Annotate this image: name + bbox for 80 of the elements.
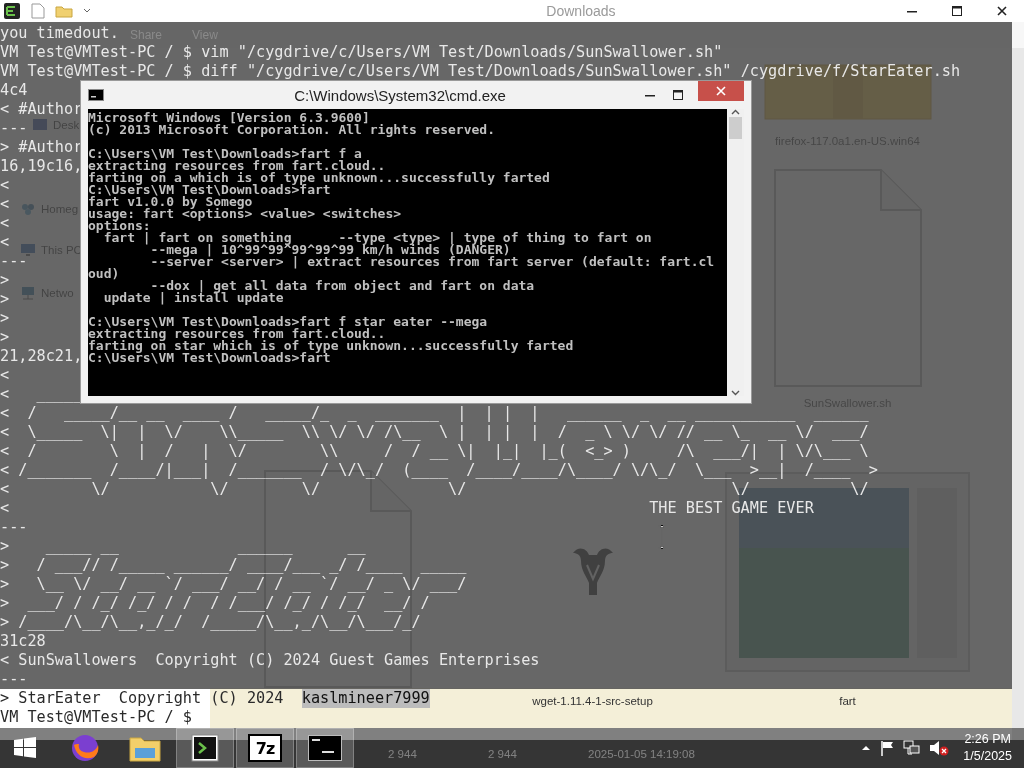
console-line: fart | fart on something --type <type> | type of thing to fart on xyxy=(103,230,652,245)
window-title: Downloads xyxy=(545,3,617,19)
terminal-line: < xyxy=(0,499,10,517)
folder-icon xyxy=(55,4,73,18)
terminal-line: > _____ __ ______ __ xyxy=(0,537,366,555)
fox-globe-icon xyxy=(70,733,100,763)
terminal-line: < \/ \/ \/ \/ \/ \/ xyxy=(0,480,869,498)
flag-icon xyxy=(879,740,896,756)
close-button[interactable] xyxy=(698,81,744,101)
network-icon xyxy=(903,740,922,756)
terminal-line: 31c28 xyxy=(0,632,46,650)
terminal-line: 4c4 xyxy=(0,81,28,99)
detail-text: 2 944 xyxy=(488,747,518,761)
terminal-line: < / _____/__ __ ____ / _____/_ _ _______ | | | | ______ _ __ ___________ ______ xyxy=(0,404,869,422)
terminal-line: > ___/ / /_/ /_/ / / / /___/ /_/ / /_/ __/ / xyxy=(0,594,430,612)
terminal-line: < xyxy=(0,214,10,232)
terminal-line: > xyxy=(0,328,10,346)
terminal-line: --- xyxy=(0,518,28,536)
terminal-line: < SunSwallowers Copyright (C) 2024 Guest Games Enterprises xyxy=(0,651,540,669)
maximize-icon xyxy=(673,90,683,100)
terminal-line: > StarEater Copyright (C) 2024 xyxy=(0,689,284,708)
terminal-line: < #Author xyxy=(0,100,83,118)
terminal-line: > xyxy=(0,271,10,289)
terminal-line: 21,28c21, xyxy=(0,347,83,365)
terminal-line: VM Test@VMTest-PC / $ diff "/cygdrive/c/Users/VM Test/Downloads/SunSwallower.sh" /cygdrive/f/StarEater.sh xyxy=(0,62,961,80)
file-label[interactable]: fart xyxy=(839,694,856,708)
terminal-line: < xyxy=(0,195,10,213)
close-icon xyxy=(716,86,726,96)
scrollbar[interactable] xyxy=(1012,48,1024,740)
terminal-line: 16,19c16, xyxy=(0,157,83,175)
terminal-line: --- xyxy=(0,670,28,688)
terminal-line: VM Test@VMTest-PC / $ xyxy=(0,708,193,726)
terminal-line: VM Test@VMTest-PC / $ vim "/cygdrive/c/Users/VM Test/Downloads/SunSwallower.sh" xyxy=(0,43,723,61)
console-icon xyxy=(88,89,104,101)
windows-logo-icon xyxy=(13,736,37,760)
selected-text: kaslmineer7999 xyxy=(301,689,430,708)
tray-button[interactable] xyxy=(861,745,872,751)
taskbar-app[interactable] xyxy=(176,728,234,768)
terminal-text: THE BEST GAME EVER xyxy=(649,499,814,518)
taskbar-app[interactable]: 7z xyxy=(236,728,294,768)
folder-icon xyxy=(129,734,161,762)
window-title: C:\Windows\System32\cmd.exe xyxy=(293,86,507,104)
file-label[interactable]: wget-1.11.4-1-src-setup xyxy=(532,694,653,708)
terminal-line: < xyxy=(0,366,10,384)
terminal-line: you timedout. xyxy=(0,24,119,42)
detail-text: 2025-01-05 14:19:08 xyxy=(588,747,695,761)
volume-button[interactable] xyxy=(929,740,950,756)
terminal-line: > xyxy=(0,309,10,327)
terminal-line: < \_____ \| | \/ \\_____ \\ \/ \/ /\__ \ | | | | / _ \ \/ \/ // __ \_ __ \/ ___/ xyxy=(0,423,869,441)
terminal-line: > xyxy=(0,290,10,308)
console-line: Microsoft Windows [Version 6.3.9600] xyxy=(88,110,370,125)
caret-icon xyxy=(83,8,91,14)
terminal-line: > \__ \/ __/ __ `/ ___/ __/ / __ `/ __/ _ \/ ___/ xyxy=(0,575,467,593)
terminal-line: < xyxy=(0,176,10,194)
terminal-line: < _____ xyxy=(0,385,83,403)
terminal-line: > /____/\__/\__,_/_/ /_____/\__,_/\__/\___/_/ xyxy=(0,613,421,631)
terminal-icon xyxy=(191,734,219,762)
taskbar-app[interactable] xyxy=(296,728,354,768)
terminal-line: < / \ | / | \/ \\ / / __ \| |_| |_( <_> ) /\ ___/| | \/\___ \ xyxy=(0,442,869,460)
tray-button[interactable] xyxy=(903,740,922,756)
terminal-line: --- xyxy=(0,119,28,137)
app-logo: 7z xyxy=(248,734,282,762)
terminal-line: < xyxy=(0,233,10,251)
terminal-line: --- xyxy=(0,252,28,270)
document-icon xyxy=(31,3,45,19)
scroll-thumb[interactable] xyxy=(729,117,742,139)
console-line: C:\Users\VM Test\Downloads>fart f star eater --mega xyxy=(88,314,488,329)
terminal-line: > / ___// /_____ ______/ ____/___ _/ /____ _____ xyxy=(0,556,467,574)
console-line: --dox | get all data from object and fart on data xyxy=(150,278,535,293)
tray-button[interactable] xyxy=(879,740,896,756)
close-icon xyxy=(996,6,1007,16)
detail-text: 2 944 xyxy=(388,747,418,761)
maximize-icon xyxy=(951,6,962,16)
terminal-icon xyxy=(3,2,21,20)
console-icon xyxy=(308,735,342,761)
console-line: C:\Users\VM Test\Downloads>fart f a xyxy=(88,146,362,161)
console-line: oud) xyxy=(88,266,120,281)
caret-up-icon xyxy=(861,745,872,751)
terminal-line: > #Author xyxy=(0,138,83,156)
terminal-line: < /_______ /____/|___| /_______ / \/\_/ (____ /____/____/\____/ \/\_/ \___ >__| /____ > xyxy=(0,461,878,479)
